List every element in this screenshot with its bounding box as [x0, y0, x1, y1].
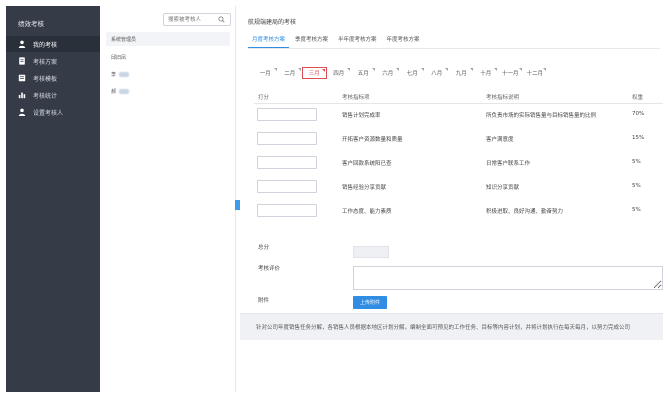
month-dec[interactable]: 十二月 — [523, 67, 548, 79]
month-sep[interactable]: 九月 — [449, 67, 474, 79]
plan-description: 针对公司年度销售任务分解，各销售人员根据本地区计划分解，编制全面可预见的工作任务… — [240, 313, 663, 340]
header-desc: 考核指标说明 — [486, 95, 520, 101]
indicator-item: 开拓客户资源数量和质量 — [342, 137, 403, 143]
search-icon[interactable] — [216, 15, 226, 25]
sidebar-item-label: 考核统计 — [33, 92, 58, 100]
month-selector: 一月 二月 三月 四月 五月 六月 七月 八月 九月 十月 十一月 十二月 — [253, 67, 547, 79]
assessee-list-panel: 系统管理员 邱旧凤 李 郝 — [100, 6, 236, 392]
evaluation-label: 考核评价 — [258, 266, 281, 272]
sidebar-item-assessment-stats[interactable]: 考核统计 — [6, 87, 100, 103]
indicator-weight: 15% — [632, 135, 645, 141]
tab-quarterly[interactable]: 季度考核方案 — [291, 33, 332, 48]
month-feb[interactable]: 二月 — [278, 67, 303, 79]
indicator-weight: 5% — [632, 159, 641, 165]
header-score: 打分 — [258, 95, 270, 101]
month-jun[interactable]: 六月 — [376, 67, 401, 79]
sidebar-item-assessment-template[interactable]: 考核模板 — [6, 70, 100, 86]
total-score-field — [353, 246, 389, 258]
indicator-desc: 日常客户联系工作 — [486, 161, 531, 167]
table-row: 销售计划完成率 所负责市场的实际销售量与目标销售量的比例 70% — [254, 103, 663, 127]
score-input[interactable] — [257, 180, 317, 193]
table-row: 开拓客户资源数量和质量 客户满意度 15% — [254, 127, 663, 151]
upload-attachment-button[interactable]: 上传附件 — [353, 296, 387, 309]
list-item[interactable]: 系统管理员 — [106, 32, 230, 46]
evaluation-input[interactable] — [353, 266, 663, 290]
tab-monthly[interactable]: 月度考核方案 — [248, 33, 290, 48]
table-header: 打分 考核指标项 考核指标说明 权重 — [254, 90, 663, 104]
sidebar-item-my-assessment[interactable]: 我的考核 — [6, 36, 100, 52]
table-row: 客户回款系统阳已查 日常客户联系工作 5% — [254, 151, 663, 175]
sidebar: 绩效考核 我的考核 考核方案 考核模板 考核统计 设置考核人 — [6, 6, 100, 392]
blurred-name — [119, 88, 130, 94]
table-row: 销售经验分享贡献 知识分享贡献 5% — [254, 175, 663, 199]
score-input[interactable] — [257, 108, 317, 121]
plan-description-text: 针对公司年度销售任务分解，各销售人员根据本地区计划分解，编制全面可预见的工作任务… — [256, 325, 631, 331]
table-row: 工作态度、能力素质 积极进取、良好沟通、勤奋努力 5% — [254, 199, 663, 223]
search-box — [163, 13, 231, 26]
search-input[interactable] — [164, 14, 216, 25]
month-aug[interactable]: 八月 — [425, 67, 450, 79]
score-input[interactable] — [257, 156, 317, 169]
indicator-weight: 5% — [632, 207, 641, 213]
indicator-item: 工作态度、能力素质 — [342, 209, 392, 215]
header-item: 考核指标项 — [342, 95, 370, 101]
indicator-weight: 70% — [632, 111, 645, 117]
person-icon — [18, 40, 26, 48]
month-apr[interactable]: 四月 — [327, 67, 352, 79]
sidebar-item-set-assessor[interactable]: 设置考核人 — [6, 104, 100, 120]
sidebar-item-assessment-plan[interactable]: 考核方案 — [6, 53, 100, 69]
chart-icon — [18, 91, 26, 99]
sidebar-item-label: 考核模板 — [33, 75, 58, 83]
blurred-name — [119, 71, 130, 77]
sidebar-item-label: 考核方案 — [33, 58, 58, 66]
sidebar-title: 绩效考核 — [18, 20, 44, 28]
list-item[interactable]: 李 — [106, 67, 230, 81]
month-mar[interactable]: 三月 — [302, 67, 327, 79]
list-item[interactable]: 郝 — [106, 84, 230, 98]
attachment-label: 附件 — [258, 298, 270, 304]
indicator-item: 销售计划完成率 — [342, 113, 381, 119]
score-input[interactable] — [257, 204, 317, 217]
sidebar-item-label: 设置考核人 — [33, 109, 64, 117]
total-label: 总分 — [258, 245, 270, 251]
sidebar-item-label: 我的考核 — [33, 41, 58, 49]
list-item[interactable]: 邱旧凤 — [106, 50, 230, 64]
indicator-item: 销售经验分享贡献 — [342, 185, 387, 191]
tabs-divider — [248, 48, 660, 49]
app-window: 绩效考核 我的考核 考核方案 考核模板 考核统计 设置考核人 搜索被考核人 系统… — [0, 0, 669, 401]
template-icon — [18, 74, 26, 82]
month-oct[interactable]: 十月 — [474, 67, 499, 79]
user-icon — [18, 108, 26, 116]
month-nov[interactable]: 十一月 — [498, 67, 523, 79]
indicator-desc: 所负责市场的实际销售量与目标销售量的比例 — [486, 113, 597, 119]
indicator-desc: 客户满意度 — [486, 137, 514, 143]
month-jul[interactable]: 七月 — [400, 67, 425, 79]
tab-yearly[interactable]: 年度考核方案 — [383, 33, 424, 48]
indicator-weight: 5% — [632, 183, 641, 189]
header-weight: 权重 — [632, 95, 644, 101]
plan-tabs: 月度考核方案 季度考核方案 半年度考核方案 年度考核方案 — [248, 33, 426, 48]
indicator-item: 客户回款系统阳已查 — [342, 161, 392, 167]
indicator-desc: 积极进取、良好沟通、勤奋努力 — [486, 209, 564, 215]
tab-half-year[interactable]: 半年度考核方案 — [334, 33, 381, 48]
score-input[interactable] — [257, 132, 317, 145]
month-may[interactable]: 五月 — [351, 67, 376, 79]
document-icon — [18, 57, 26, 65]
month-jan[interactable]: 一月 — [253, 67, 278, 79]
indicator-desc: 知识分享贡献 — [486, 185, 520, 191]
page-title: 航规端建局的考核 — [248, 19, 297, 26]
